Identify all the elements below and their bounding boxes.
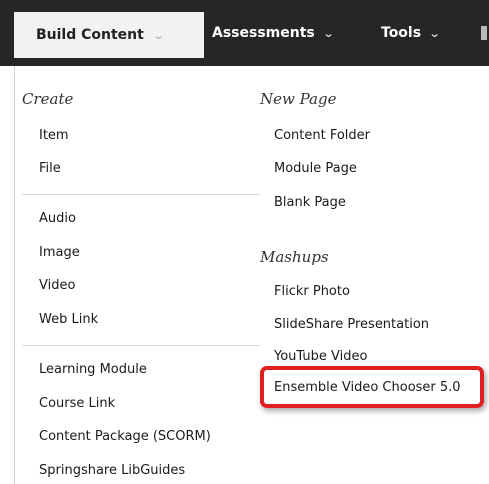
assessments-menu-button[interactable]: Assessments ⌄ [212,0,335,66]
mashups-heading: Mashups [260,248,329,266]
menu-item-content-folder[interactable]: Content Folder [274,128,370,143]
divider [22,194,260,195]
build-content-dropdown: Create Item File Audio Image Video Web L… [14,66,489,484]
menu-item-ensemble-video-chooser[interactable]: Ensemble Video Chooser 5.0 [274,380,461,395]
menu-item-video[interactable]: Video [39,278,75,293]
tools-label: Tools [381,25,422,41]
chevron-down-icon: ⌄ [322,26,335,40]
build-content-label: Build Content [36,27,144,43]
divider [22,345,260,346]
build-content-menu-button[interactable]: Build Content ⌄ [14,12,204,58]
menu-item-springshare-libguides[interactable]: Springshare LibGuides [39,463,185,478]
chevron-down-icon: ⌄ [152,28,165,42]
menu-item-blank-page[interactable]: Blank Page [274,195,346,210]
page: Build Content ⌄ Assessments ⌄ Tools ⌄ Cr… [0,0,489,484]
menu-item-audio[interactable]: Audio [39,211,76,226]
menu-item-slideshare-presentation[interactable]: SlideShare Presentation [274,317,429,332]
menu-item-course-link[interactable]: Course Link [39,396,115,411]
menu-item-web-link[interactable]: Web Link [39,312,98,327]
chevron-down-icon: ⌄ [428,26,441,40]
content-toolbar: Build Content ⌄ Assessments ⌄ Tools ⌄ [0,0,489,66]
menu-item-item[interactable]: Item [39,128,69,143]
menu-item-youtube-video[interactable]: YouTube Video [274,349,367,364]
tools-menu-button[interactable]: Tools ⌄ [381,0,441,66]
menu-item-content-package-scorm[interactable]: Content Package (SCORM) [39,429,211,444]
more-menu-button[interactable] [481,26,487,40]
menu-item-flickr-photo[interactable]: Flickr Photo [274,284,350,299]
menu-item-file[interactable]: File [39,161,61,176]
create-heading: Create [22,90,74,108]
new-page-heading: New Page [260,90,337,108]
menu-item-learning-module[interactable]: Learning Module [39,362,147,377]
menu-item-module-page[interactable]: Module Page [274,161,357,176]
assessments-label: Assessments [212,25,315,41]
menu-item-image[interactable]: Image [39,245,80,260]
